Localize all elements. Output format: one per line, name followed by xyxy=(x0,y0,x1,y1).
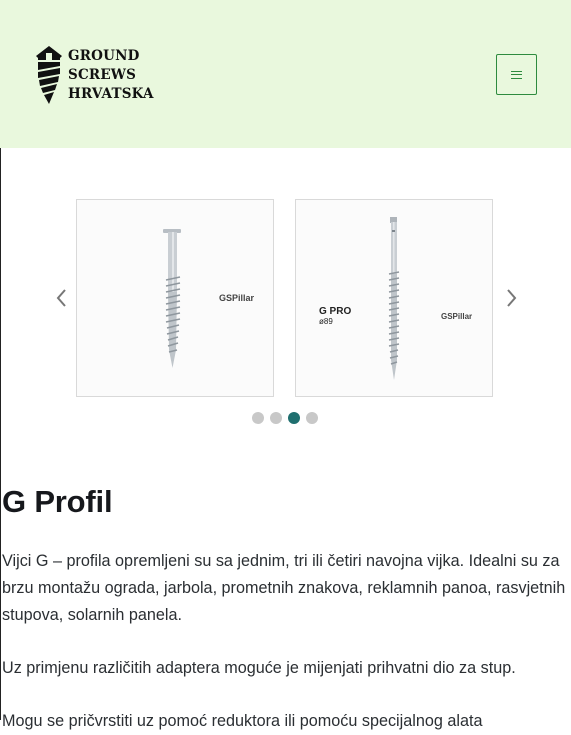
carousel-slide[interactable]: G PRO ø89 GSPillar xyxy=(295,199,493,397)
carousel-dot[interactable] xyxy=(270,412,282,424)
page-title: G Profil xyxy=(2,484,113,519)
logo-line: GROUND xyxy=(68,47,140,64)
ground-screw-image xyxy=(388,217,400,380)
carousel-pagination xyxy=(252,412,318,424)
chevron-left-icon[interactable] xyxy=(52,287,72,309)
carousel-dot[interactable] xyxy=(306,412,318,424)
model-label: G PRO ø89 xyxy=(319,307,351,327)
brand-label: GSPillar xyxy=(441,312,473,321)
brand-label: GSPillar xyxy=(219,293,255,303)
carousel-slide[interactable]: GSPillar xyxy=(76,199,274,397)
product-carousel: GSPillar G PRO ø89 GSPillar xyxy=(0,199,571,429)
menu-toggle-button[interactable] xyxy=(496,54,537,95)
logo-wordmark: GROUND SCREWS HRVATSKA xyxy=(68,47,154,104)
carousel-dot-active[interactable] xyxy=(288,412,300,424)
description-paragraph: Vijci G – profila opremljeni su sa jedni… xyxy=(2,552,566,624)
chevron-right-icon[interactable] xyxy=(501,287,521,309)
hamburger-icon xyxy=(511,70,522,79)
model-size: ø89 xyxy=(319,317,333,326)
screw-logo-icon xyxy=(36,46,62,104)
description-paragraph: Mogu se pričvrstiti uz pomoć reduktora i… xyxy=(2,712,483,730)
carousel-dot[interactable] xyxy=(252,412,264,424)
site-header: GROUND SCREWS HRVATSKA xyxy=(0,0,571,148)
model-name: G PRO xyxy=(319,306,352,317)
logo-line: SCREWS xyxy=(68,66,137,83)
site-logo[interactable]: GROUND SCREWS HRVATSKA xyxy=(36,46,154,104)
description-paragraph: Uz primjenu različitih adaptera moguće j… xyxy=(2,659,516,677)
logo-line: HRVATSKA xyxy=(68,85,154,102)
